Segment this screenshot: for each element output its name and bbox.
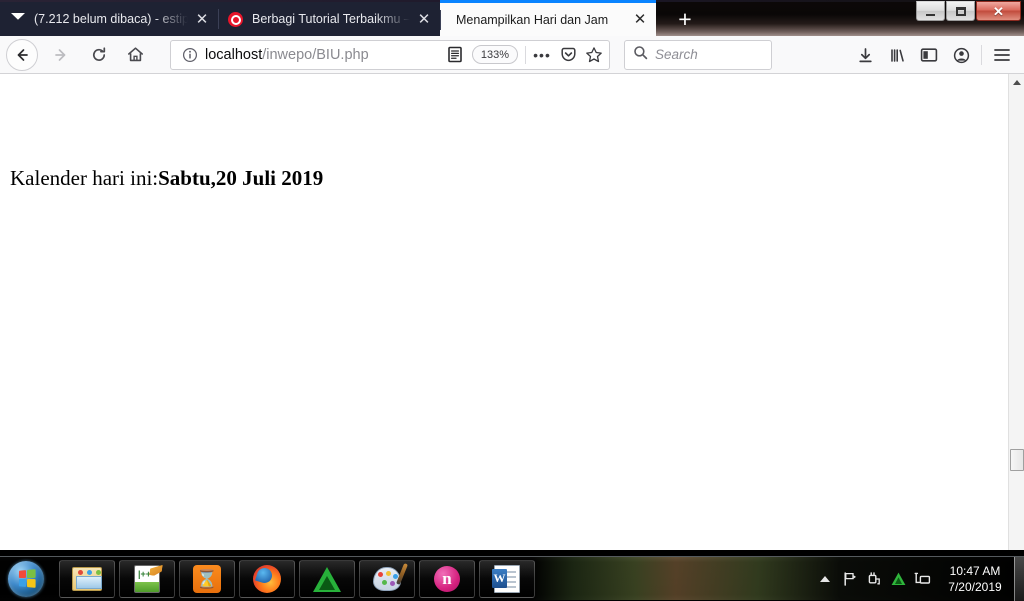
tab-close-icon[interactable]: ✕ — [414, 9, 434, 29]
forward-arrow-icon — [52, 46, 70, 64]
toolbar-divider — [525, 46, 526, 64]
calendar-label: Kalender hari ini: — [10, 166, 158, 190]
system-tray: 10:47 AM 7/20/2019 — [814, 557, 1024, 601]
taskbar-item-xampp-control-panel[interactable]: ⌛ — [179, 560, 235, 598]
notepad-icon — [132, 564, 162, 594]
taskbar-item-paint[interactable] — [359, 560, 415, 598]
back-button[interactable] — [6, 39, 38, 71]
show-hidden-icons-button[interactable] — [814, 559, 836, 599]
calendar-line: Kalender hari ini:Sabtu,20 Juli 2019 — [10, 166, 323, 191]
maximize-button[interactable] — [946, 1, 975, 21]
mail-icon — [10, 11, 26, 27]
bookmark-star-icon[interactable] — [581, 43, 607, 67]
word-icon — [492, 564, 522, 594]
search-input[interactable]: Search — [655, 47, 698, 62]
tab-mail[interactable]: (7.212 belum dibaca) - estipinar ✕ — [0, 2, 218, 36]
search-bar[interactable]: Search — [624, 40, 772, 70]
xampp-icon: ⌛ — [192, 564, 222, 594]
taskbar-item-green-triangle-app[interactable] — [299, 560, 355, 598]
new-tab-button[interactable]: + — [672, 6, 698, 32]
tab-active-hari-dan-jam[interactable]: Menampilkan Hari dan Jam ✕ — [440, 0, 656, 36]
url-path: /inwepo/BIU.php — [262, 47, 368, 63]
close-button[interactable]: ✕ — [976, 1, 1021, 21]
home-button[interactable] — [118, 40, 152, 70]
taskbar-item-onenote[interactable]: n — [419, 560, 475, 598]
toolbar-divider — [981, 45, 982, 65]
firefox-icon — [252, 564, 282, 594]
scroll-up-icon[interactable] — [1009, 74, 1024, 90]
clock-time: 10:47 AM — [950, 563, 1001, 579]
zoom-level-badge[interactable]: 133% — [472, 45, 518, 64]
calendar-value: Sabtu,20 Juli 2019 — [158, 166, 323, 190]
tab-title: Berbagi Tutorial Terbaikmu – In — [252, 12, 410, 26]
home-icon — [126, 45, 145, 64]
taskbar-item-windows-explorer[interactable] — [59, 560, 115, 598]
pocket-icon[interactable] — [555, 43, 581, 67]
tray-icons — [836, 569, 936, 589]
browser-window: (7.212 belum dibaca) - estipinar ✕ Berba… — [0, 0, 1024, 600]
clock-date: 7/20/2019 — [948, 579, 1001, 595]
site-info-icon[interactable] — [179, 44, 201, 66]
taskbar-clock[interactable]: 10:47 AM 7/20/2019 — [936, 557, 1014, 601]
red-circle-icon — [228, 11, 244, 27]
triangle-icon — [312, 564, 342, 594]
paint-palette-icon — [372, 564, 402, 594]
action-center-flag-icon[interactable] — [840, 569, 860, 589]
downloads-icon[interactable] — [849, 40, 881, 70]
show-desktop-button[interactable] — [1014, 557, 1024, 601]
back-arrow-icon — [13, 46, 31, 64]
account-icon[interactable] — [945, 40, 977, 70]
reader-view-icon[interactable] — [442, 43, 468, 67]
power-plug-icon[interactable] — [864, 569, 884, 589]
taskbar-items: ⌛ n — [59, 560, 535, 598]
sidebar-icon[interactable] — [913, 40, 945, 70]
forward-button — [44, 40, 78, 70]
reload-button[interactable] — [82, 40, 116, 70]
start-button[interactable] — [5, 560, 47, 598]
minimize-button[interactable] — [916, 1, 945, 21]
url-bar[interactable]: localhost/inwepo/BIU.php 133% ••• — [170, 40, 610, 70]
url-host: localhost — [205, 47, 262, 63]
scrollbar-thumb[interactable] — [1010, 449, 1024, 471]
taskbar-item-notepad-plus-plus[interactable] — [119, 560, 175, 598]
windows-logo-icon — [8, 561, 44, 597]
tab-inwepo[interactable]: Berbagi Tutorial Terbaikmu – In ✕ — [218, 2, 440, 36]
reload-icon — [90, 46, 108, 64]
vertical-scrollbar[interactable] — [1008, 74, 1024, 550]
taskbar-item-microsoft-word[interactable] — [479, 560, 535, 598]
tab-close-icon[interactable]: ✕ — [192, 9, 212, 29]
library-icon[interactable] — [881, 40, 913, 70]
toolbar-right-buttons — [849, 40, 1018, 70]
onenote-icon: n — [432, 564, 462, 594]
taskbar-item-mozilla-firefox[interactable] — [239, 560, 295, 598]
tab-title: (7.212 belum dibaca) - estipinar — [34, 12, 188, 26]
page-content: Kalender hari ini:Sabtu,20 Juli 2019 — [0, 74, 1008, 550]
network-icon[interactable] — [912, 569, 932, 589]
tab-title: Menampilkan Hari dan Jam — [456, 13, 626, 27]
page-actions-icon[interactable]: ••• — [529, 43, 555, 67]
close-icon: ✕ — [993, 5, 1004, 18]
green-triangle-icon[interactable] — [888, 569, 908, 589]
folder-icon — [72, 564, 102, 594]
window-controls: ✕ — [916, 1, 1021, 21]
menu-icon[interactable] — [986, 40, 1018, 70]
search-icon — [633, 45, 648, 65]
navigation-toolbar: localhost/inwepo/BIU.php 133% ••• — [0, 36, 1024, 74]
tab-strip: (7.212 belum dibaca) - estipinar ✕ Berba… — [0, 0, 656, 36]
url-text[interactable]: localhost/inwepo/BIU.php — [201, 47, 442, 63]
tab-close-icon[interactable]: ✕ — [630, 10, 650, 30]
windows-taskbar: ⌛ n — [0, 556, 1024, 600]
